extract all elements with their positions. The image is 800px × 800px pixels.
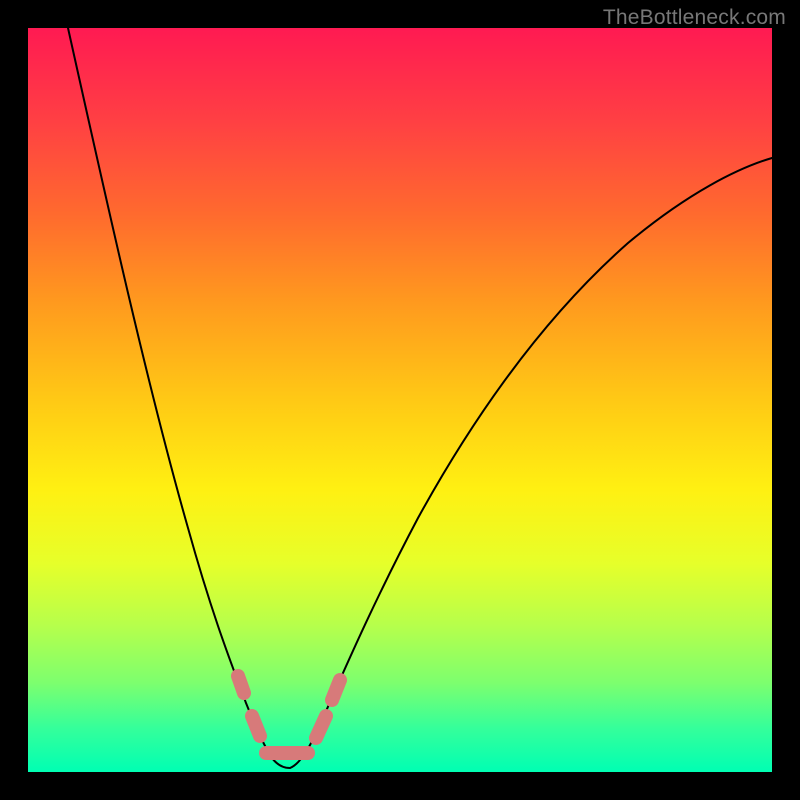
highlight-left-lower (252, 716, 260, 736)
highlight-right-upper (332, 680, 340, 700)
highlight-left-upper (238, 676, 244, 693)
highlight-right-lower (316, 716, 326, 738)
left-curve (68, 28, 290, 768)
chart-frame: TheBottleneck.com (0, 0, 800, 800)
plot-area (28, 28, 772, 772)
watermark-text: TheBottleneck.com (603, 6, 786, 30)
right-curve (290, 158, 772, 768)
curves-svg (28, 28, 772, 772)
